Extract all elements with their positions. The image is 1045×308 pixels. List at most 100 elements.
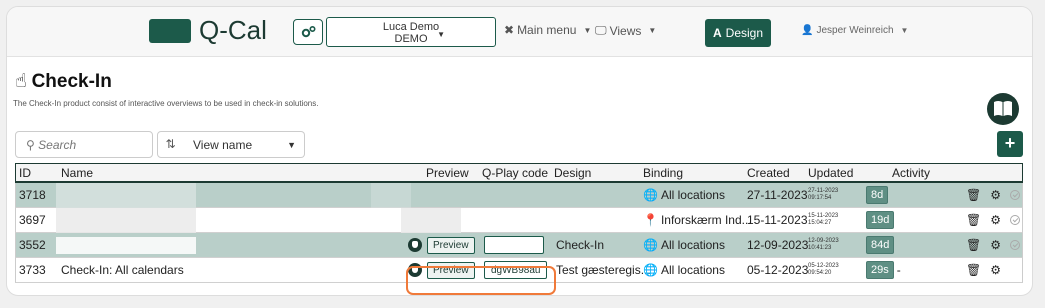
settings-button[interactable] xyxy=(293,19,323,45)
gear-icon[interactable]: ⚙ xyxy=(990,188,1001,202)
main-menu-dropdown[interactable]: ✖ Main menu ▼ xyxy=(504,23,591,37)
row-created: 27-11-2023 xyxy=(747,188,808,202)
updated-date: 12-09-2023 xyxy=(808,238,839,244)
column-header-id[interactable]: ID xyxy=(19,164,31,181)
table-row[interactable]: 3552 Preview Check-In 🌐 All locations 12… xyxy=(15,233,1023,258)
design-icon: A xyxy=(712,26,722,40)
binding-text: Inforskærm Ind... xyxy=(660,213,752,227)
column-header-activity[interactable]: Activity xyxy=(892,164,930,181)
updated-date: 27-11-2023 xyxy=(808,188,839,194)
redacted-name xyxy=(56,183,196,208)
updated-time: 15:04:27 xyxy=(808,220,832,226)
trash-icon[interactable]: 🗑 xyxy=(966,238,981,252)
column-header-created[interactable]: Created xyxy=(747,164,790,181)
page-description: The Check-In product consist of interact… xyxy=(13,99,319,108)
row-design: Test gæsteregis... xyxy=(556,263,651,277)
map-pin-icon: 📍 xyxy=(643,213,658,227)
caret-down-icon: ▼ xyxy=(583,25,592,35)
caret-down-icon: ▼ xyxy=(900,26,909,35)
trash-icon[interactable]: 🗑 xyxy=(966,188,981,202)
design-label: Design xyxy=(725,26,764,40)
qplay-code[interactable]: dgWB98au xyxy=(484,261,548,279)
updated-time: 09:17:54 xyxy=(808,195,832,201)
binding-text: All locations xyxy=(660,188,725,202)
column-header-binding[interactable]: Binding xyxy=(643,164,683,181)
main-menu-label: Main menu xyxy=(517,23,577,37)
check-in-table: ID Name Preview Q-Play code Design Bindi… xyxy=(15,163,1023,283)
column-header-qplay-code[interactable]: Q-Play code xyxy=(482,164,548,181)
row-actions: 🗑 ⚙ xyxy=(966,208,1020,232)
user-name: Jesper Weinreich xyxy=(816,25,894,36)
row-binding: 🌐 All locations xyxy=(643,183,725,207)
help-book-button[interactable] xyxy=(987,93,1019,125)
row-updated: 27-11-2023 09:17:54 xyxy=(808,183,838,207)
row-actions: 🗑 ⚙ xyxy=(966,233,1020,257)
binding-text: All locations xyxy=(660,238,725,252)
row-created: 12-09-2023 xyxy=(747,238,809,252)
trash-icon[interactable]: 🗑 xyxy=(966,213,981,227)
row-updated: 12-09-2023 10:41:23 xyxy=(808,233,839,257)
gear-icon[interactable]: ⚙ xyxy=(990,238,1001,252)
search-input[interactable]: ⚲ Search xyxy=(15,131,153,158)
organization-select[interactable]: Luca Demo DEMO ▼ xyxy=(326,17,496,47)
sort-icon: ⇅ xyxy=(165,137,176,151)
row-id: 3718 xyxy=(19,188,46,202)
table-row[interactable]: 3733 Check-In: All calendars Preview dgW… xyxy=(15,258,1023,283)
row-actions: 🗑 ⚙ xyxy=(966,258,1001,282)
search-placeholder: Search xyxy=(38,138,77,152)
row-binding: 🌐 All locations xyxy=(643,258,725,282)
row-id: 3733 xyxy=(19,263,46,277)
book-icon xyxy=(994,101,1012,116)
row-preview: Preview xyxy=(408,258,475,282)
hand-icon xyxy=(408,238,422,252)
views-dropdown[interactable]: 🖵 Views ▼ xyxy=(595,23,656,38)
trash-icon[interactable]: 🗑 xyxy=(966,263,981,277)
row-updated: 15-11-2023 15:04:27 xyxy=(808,208,838,232)
caret-down-icon: ▼ xyxy=(437,30,445,39)
check-circle-icon[interactable] xyxy=(1010,240,1020,250)
check-circle-icon[interactable] xyxy=(1010,215,1020,225)
column-header-design[interactable]: Design xyxy=(554,164,591,181)
row-preview: Preview xyxy=(408,233,475,257)
row-id: 3552 xyxy=(19,238,46,252)
top-navbar: Q-Cal Luca Demo DEMO ▼ ✖ Main menu ▼ 🖵 V… xyxy=(7,7,1032,57)
check-in-icon: ☝ xyxy=(15,71,27,92)
row-activity: - xyxy=(896,263,901,277)
preview-button[interactable]: Preview xyxy=(427,236,475,254)
views-label: Views xyxy=(609,23,642,38)
org-code: DEMO xyxy=(394,33,428,45)
row-created: 05-12-2023 xyxy=(747,263,809,277)
qplay-code[interactable] xyxy=(484,236,544,254)
view-select[interactable]: View name ▼ xyxy=(183,131,305,158)
row-created: 15-11-2023 xyxy=(747,213,808,227)
row-design: Check-In xyxy=(556,238,605,252)
updated-time: 10:41:23 xyxy=(808,245,832,251)
caret-down-icon: ▼ xyxy=(648,26,657,35)
globe-icon: 🌐 xyxy=(643,188,658,202)
row-updated: 05-12-2023 09:54:20 xyxy=(808,258,839,282)
gear-icon[interactable]: ⚙ xyxy=(990,263,1001,277)
redacted-area xyxy=(371,183,411,208)
age-badge: 29s xyxy=(866,261,894,279)
org-user-name: Luca Demo xyxy=(382,21,440,33)
add-button[interactable]: + xyxy=(997,131,1023,157)
logo[interactable] xyxy=(149,19,191,43)
user-gear-icon: 👤 xyxy=(801,25,814,36)
gear-icon[interactable]: ⚙ xyxy=(990,213,1001,227)
column-header-updated[interactable]: Updated xyxy=(808,164,853,181)
design-button[interactable]: A Design xyxy=(705,19,771,47)
brand-name[interactable]: Q-Cal xyxy=(199,15,267,46)
age-badge: 19d xyxy=(866,211,895,229)
updated-date: 15-11-2023 xyxy=(808,213,839,219)
row-binding: 📍 Inforskærm Ind... xyxy=(643,208,752,232)
table-row[interactable]: 3697 📍 Inforskærm Ind... 15-11-2023 15-1… xyxy=(15,208,1023,233)
page-title: ☝ Check-In xyxy=(15,70,112,93)
preview-button[interactable]: Preview xyxy=(427,261,475,279)
row-name: Check-In: All calendars xyxy=(61,263,184,277)
check-circle-icon[interactable] xyxy=(1010,190,1020,200)
table-row[interactable]: 3718 🌐 All locations 27-11-2023 27-11-20… xyxy=(15,183,1023,208)
sort-direction-button[interactable]: ⇅ xyxy=(157,131,184,158)
column-header-name[interactable]: Name xyxy=(61,164,93,181)
column-header-preview[interactable]: Preview xyxy=(426,164,469,181)
user-menu-dropdown[interactable]: 👤 Jesper Weinreich ▼ xyxy=(801,25,908,36)
